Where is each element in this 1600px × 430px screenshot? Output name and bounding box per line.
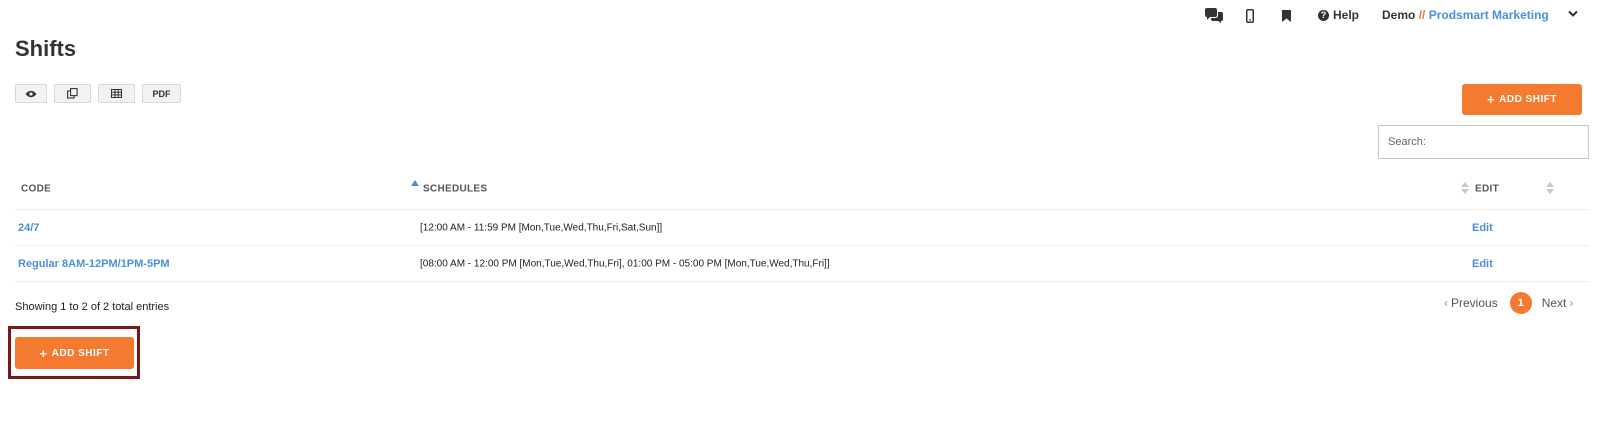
shift-schedules: [12:00 AM - 11:59 PM [Mon,Tue,Wed,Thu,Fr… (420, 222, 663, 233)
table-info: Showing 1 to 2 of 2 total entries (15, 301, 170, 313)
add-shift-button-top[interactable]: + ADD SHIFT (1462, 84, 1582, 115)
account-separator: // (1418, 8, 1426, 22)
copy-icon (67, 88, 78, 99)
table-header-row: CODE SCHEDULES EDIT (15, 168, 1589, 210)
chevron-right-icon: › (1569, 296, 1574, 310)
table-icon (111, 89, 122, 98)
help-icon: ? (1318, 9, 1329, 21)
table-row: 24/7 [12:00 AM - 11:59 PM [Mon,Tue,Wed,T… (15, 210, 1589, 246)
export-toolbar: PDF (15, 84, 181, 103)
page-number-current[interactable]: 1 (1509, 292, 1532, 314)
account-menu[interactable]: Demo // Prodsmart Marketing (1382, 8, 1549, 22)
table-row: Regular 8AM-12PM/1PM-5PM [08:00 AM - 12:… (15, 246, 1589, 282)
shift-code-link[interactable]: Regular 8AM-12PM/1PM-5PM (18, 258, 170, 270)
next-label: Next (1541, 296, 1567, 310)
column-header-edit[interactable]: EDIT (1475, 183, 1499, 194)
column-header-schedules[interactable]: SCHEDULES (423, 183, 487, 194)
mobile-icon[interactable] (1245, 7, 1255, 25)
column-header-code[interactable]: CODE (21, 183, 51, 194)
edit-link[interactable]: Edit (1472, 258, 1493, 270)
chat-icon[interactable] (1204, 7, 1224, 25)
add-shift-label: ADD SHIFT (1499, 94, 1557, 105)
pdf-export-button[interactable]: PDF (142, 84, 181, 103)
account-organization: Prodsmart Marketing (1428, 8, 1549, 22)
edit-link[interactable]: Edit (1472, 222, 1493, 234)
shift-code-link[interactable]: 24/7 (18, 222, 39, 234)
previous-label: Previous (1451, 296, 1498, 310)
help-label: Help (1333, 8, 1360, 22)
column-visibility-button[interactable] (15, 84, 47, 103)
sort-icon[interactable] (1461, 182, 1469, 194)
bookmark-icon[interactable] (1281, 7, 1291, 25)
help-link[interactable]: ? Help (1318, 8, 1359, 22)
highlight-box (8, 326, 140, 379)
chevron-down-icon[interactable] (1568, 10, 1578, 18)
shifts-table: CODE SCHEDULES EDIT 24/7 [12:00 AM - 11:… (15, 168, 1589, 282)
plus-icon: + (1487, 92, 1496, 107)
pagination: ‹ Previous 1 Next › (1444, 292, 1573, 314)
shift-schedules: [08:00 AM - 12:00 PM [Mon,Tue,Wed,Thu,Fr… (420, 258, 830, 269)
chevron-left-icon: ‹ (1444, 296, 1448, 310)
search-input[interactable] (1378, 125, 1589, 159)
next-page-button[interactable]: Next › (1542, 296, 1574, 310)
top-navigation: ? Help Demo // Prodsmart Marketing (0, 0, 1600, 32)
csv-export-button[interactable] (98, 84, 135, 103)
copy-button[interactable] (54, 84, 91, 103)
sort-icon[interactable] (1546, 182, 1554, 194)
eye-icon (25, 90, 37, 97)
sort-ascending-icon[interactable] (411, 180, 419, 186)
previous-page-button[interactable]: ‹ Previous (1444, 296, 1498, 310)
account-user: Demo (1382, 8, 1416, 22)
page-title: Shifts (15, 36, 77, 61)
